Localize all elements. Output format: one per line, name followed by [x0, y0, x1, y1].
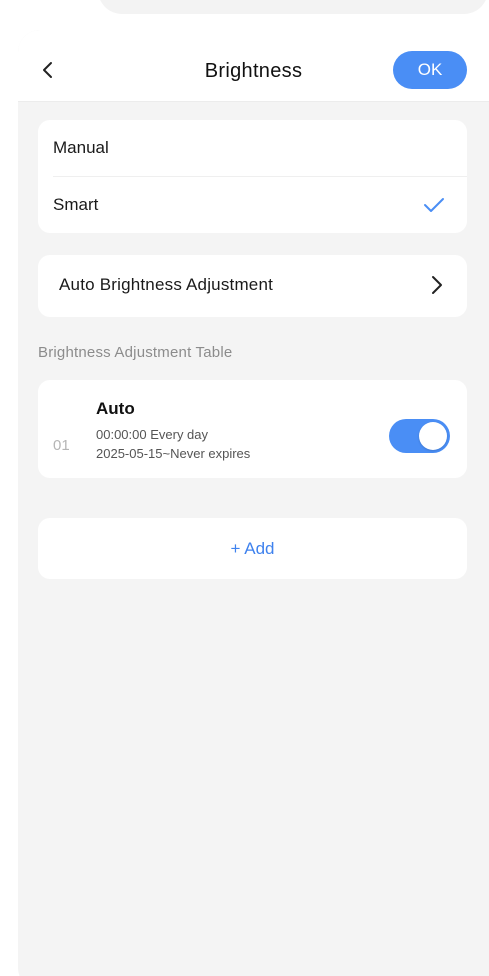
checkmark-icon — [424, 198, 444, 212]
mode-option-smart[interactable]: Smart — [38, 177, 467, 233]
add-schedule-button[interactable]: + Add — [38, 518, 467, 579]
schedule-name: Auto — [96, 399, 135, 418]
mode-option-manual[interactable]: Manual — [38, 120, 467, 176]
auto-brightness-adjustment-row[interactable]: Auto Brightness Adjustment — [38, 255, 467, 317]
schedule-index: 01 — [53, 437, 70, 454]
schedule-item[interactable]: 01 Auto 00:00:00 Every day 2025-05-15~Ne… — [38, 380, 467, 478]
chevron-right-icon — [432, 276, 442, 294]
brightness-panel: Brightness OK Manual Smart Auto Brightne… — [18, 30, 489, 976]
schedule-time: 00:00:00 Every day — [96, 427, 209, 442]
screen: Brightness OK Manual Smart Auto Brightne… — [0, 0, 489, 976]
mode-option-label: Smart — [53, 195, 99, 214]
schedule-enabled-toggle[interactable] — [389, 419, 450, 453]
ok-button[interactable]: OK — [393, 51, 467, 89]
auto-brightness-adjustment-label: Auto Brightness Adjustment — [59, 275, 274, 294]
mode-selector: Manual Smart — [38, 120, 467, 233]
schedule-date-range: 2025-05-15~Never expires — [96, 446, 251, 461]
add-label: + Add — [230, 538, 275, 558]
header-bar: Brightness OK — [18, 30, 489, 102]
toggle-knob — [419, 422, 447, 450]
mode-option-label: Manual — [53, 138, 109, 157]
background-sheet — [98, 0, 488, 14]
section-title: Brightness Adjustment Table — [38, 344, 233, 361]
